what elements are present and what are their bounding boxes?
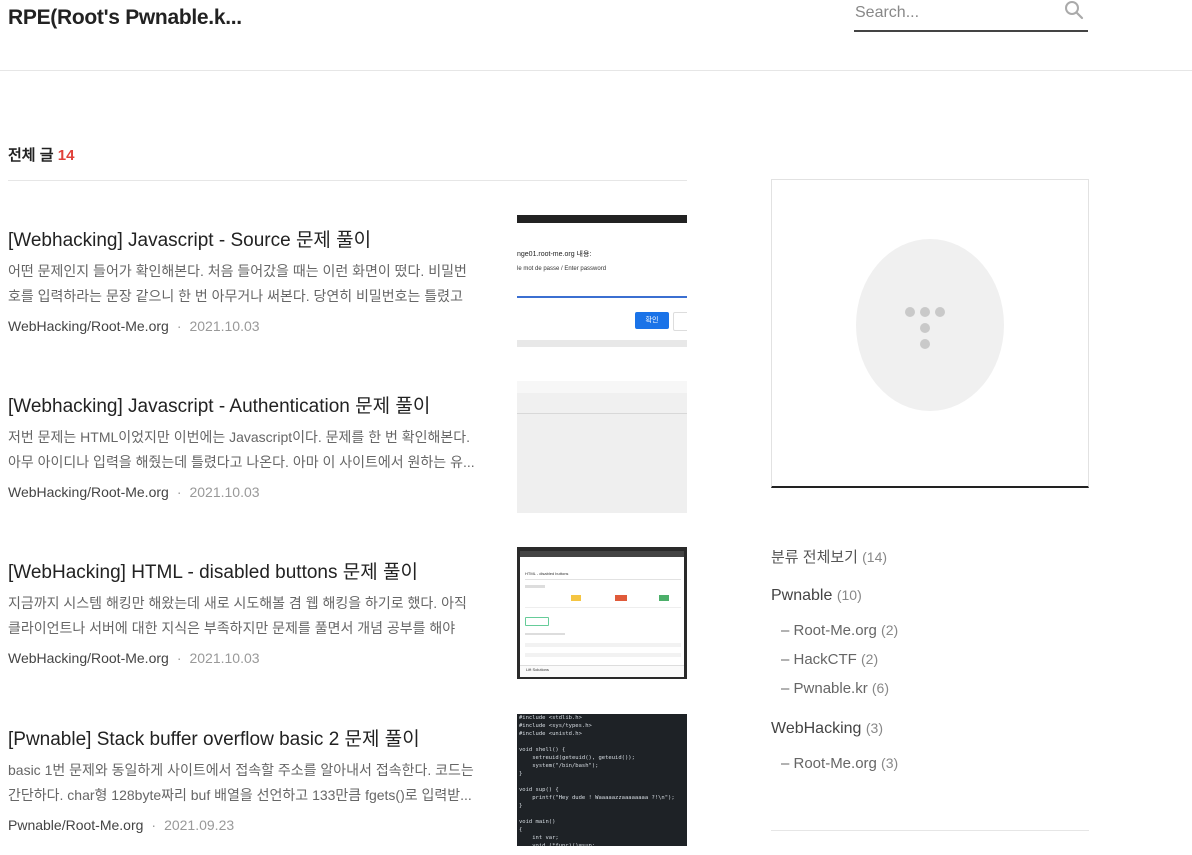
meta-separator: · [176,650,182,666]
post-thumbnail[interactable]: #include <stdlib.h> #include <sys/types.… [517,714,687,846]
avatar-dot [935,307,945,317]
category-count: (14) [862,549,888,565]
subcategory-pwnable-rootme[interactable]: – Root-Me.org (2) [781,622,898,639]
post-date: 2021.10.03 [189,484,260,500]
category-count: (10) [836,587,862,603]
category-label: Pwnable [771,587,833,604]
dialog-prompt: le mot de passe / Enter password [517,266,607,272]
post-meta: Pwnable/Root-Me.org · 2021.09.23 [8,817,234,833]
post-title[interactable]: [Webhacking] Javascript - Authentication… [8,391,430,418]
category-count: (6) [871,680,890,696]
divider [771,830,1089,831]
category-label: – Root-Me.org [781,755,877,772]
post-excerpt: basic 1번 문제와 동일하게 사이트에서 접속할 주소를 알아내서 접속한… [8,762,474,803]
post-thumbnail[interactable]: nge01.root-me.org 내용: le mot de passe / … [517,215,687,347]
subcategory-webhacking-rootme[interactable]: – Root-Me.org (3) [781,755,898,772]
post-excerpt: 어떤 문제인지 들어가 확인해본다. 처음 들어갔을 때는 이런 화면이 떴다.… [8,263,467,304]
post-category[interactable]: WebHacking/Root-Me.org [8,650,169,666]
site-header: RPE(Root's Pwnable.k... [0,0,1192,71]
search-icon[interactable] [1064,0,1084,20]
post-thumbnail[interactable]: HTML - disabled buttons Lift Solutions [517,547,687,679]
post-meta: WebHacking/Root-Me.org · 2021.10.03 [8,484,260,500]
post-item[interactable]: [Pwnable] Stack buffer overflow basic 2 … [8,714,687,846]
category-count: (3) [881,755,899,771]
avatar-dot [920,307,930,317]
search-input[interactable] [854,0,1055,26]
category-count: (2) [861,651,879,667]
avatar[interactable] [856,239,1004,411]
profile-box [771,179,1089,488]
post-title[interactable]: [Pwnable] Stack buffer overflow basic 2 … [8,724,420,751]
post-excerpt: 저번 문제는 HTML이었지만 이번에는 Javascript이다. 문제를 한… [8,429,475,470]
category-label: 분류 전체보기 [771,549,858,566]
category-webhacking[interactable]: WebHacking (3) [771,720,883,738]
category-label: – Root-Me.org [781,622,877,639]
category-label: – HackCTF [781,651,857,668]
post-meta: WebHacking/Root-Me.org · 2021.10.03 [8,318,260,334]
post-item[interactable]: [Webhacking] Javascript - Source 문제 풀이 어… [8,215,687,347]
avatar-dot [905,307,915,317]
post-date: 2021.10.03 [189,318,260,334]
divider [8,180,687,181]
post-count-number: 14 [57,147,75,164]
thumb-footer: Lift Solutions [526,667,549,672]
dialog-title: nge01.root-me.org 내용: [517,251,592,258]
post-title[interactable]: [WebHacking] HTML - disabled buttons 문제 … [8,557,418,584]
meta-separator: · [176,484,182,500]
avatar-dot [920,323,930,333]
post-excerpt: 지금까지 시스템 해킹만 해왔는데 새로 시도해볼 겸 웹 해킹을 하기로 했다… [8,595,467,636]
post-count-heading: 전체 글 14 [8,144,74,165]
post-date: 2021.10.03 [189,650,260,666]
post-title[interactable]: [Webhacking] Javascript - Source 문제 풀이 [8,225,371,252]
subcategory-hackctf[interactable]: – HackCTF (2) [781,651,878,668]
post-date: 2021.09.23 [164,817,235,833]
avatar-dot [920,339,930,349]
category-count: (2) [881,622,899,638]
site-title[interactable]: RPE(Root's Pwnable.k... [8,6,242,30]
category-pwnable[interactable]: Pwnable (10) [771,587,862,605]
post-category[interactable]: WebHacking/Root-Me.org [8,318,169,334]
category-all[interactable]: 분류 전체보기 (14) [771,546,887,567]
dialog-ok-button: 확인 [635,312,669,329]
thumb-page-title: HTML - disabled buttons [525,571,569,576]
code-snippet: #include <stdlib.h> #include <sys/types.… [519,715,675,846]
meta-separator: · [151,817,157,833]
post-item[interactable]: [WebHacking] HTML - disabled buttons 문제 … [8,547,687,679]
category-label: – Pwnable.kr [781,680,868,697]
post-category[interactable]: Pwnable/Root-Me.org [8,817,143,833]
subcategory-pwnable-kr[interactable]: – Pwnable.kr (6) [781,680,889,697]
search-box [854,0,1088,32]
meta-separator: · [176,318,182,334]
post-thumbnail[interactable] [517,381,687,513]
category-count: (3) [865,720,883,736]
post-count-label: 전체 글 [8,147,54,164]
post-meta: WebHacking/Root-Me.org · 2021.10.03 [8,650,260,666]
post-category[interactable]: WebHacking/Root-Me.org [8,484,169,500]
post-item[interactable]: [Webhacking] Javascript - Authentication… [8,381,687,513]
category-label: WebHacking [771,720,862,737]
